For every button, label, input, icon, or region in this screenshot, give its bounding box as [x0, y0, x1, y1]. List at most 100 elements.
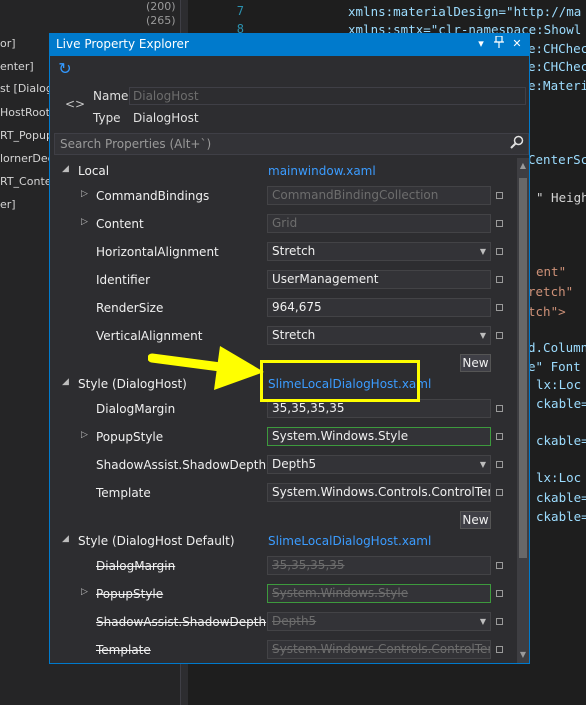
- property-name: ShadowAssist.ShadowDepth: [96, 458, 267, 472]
- expand-icon[interactable]: ▷: [81, 217, 88, 227]
- section-source-link[interactable]: mainwindow.xaml: [268, 164, 376, 178]
- property-value: Stretch: [272, 244, 316, 258]
- property-marker-icon[interactable]: [496, 489, 503, 496]
- code-line: e:CHCheck: [528, 41, 586, 56]
- property-value[interactable]: System.Windows.Style: [267, 584, 491, 603]
- property-dropdown[interactable]: Stretch ▼: [267, 242, 491, 261]
- scroll-up-icon[interactable]: ▲: [517, 160, 529, 172]
- line-number: 7: [236, 4, 244, 18]
- property-marker-icon[interactable]: [496, 248, 503, 255]
- scroll-down-icon[interactable]: ▼: [517, 649, 529, 661]
- property-value: Stretch: [272, 328, 316, 342]
- collapse-icon[interactable]: ◢: [62, 377, 69, 387]
- code-line: ent": [536, 264, 567, 279]
- tree-count: (200): [146, 0, 176, 13]
- section-source-link[interactable]: SlimeLocalDialogHost.xaml: [268, 534, 431, 548]
- property-row: RenderSize 964,675: [50, 295, 516, 321]
- code-line: e:Materia: [528, 78, 586, 93]
- expand-icon[interactable]: ▷: [81, 430, 88, 440]
- property-dropdown[interactable]: Depth5 ▼: [267, 612, 491, 631]
- property-marker-icon[interactable]: [496, 276, 503, 283]
- section-name: Style (DialogHost Default): [78, 534, 235, 548]
- property-row: DialogMargin 35,35,35,35: [50, 553, 516, 579]
- section-header-local[interactable]: ◢ Local mainwindow.xaml: [50, 158, 516, 184]
- property-marker-icon[interactable]: [496, 304, 503, 311]
- property-value: Depth5: [272, 614, 317, 628]
- property-value[interactable]: UserManagement: [267, 270, 491, 289]
- code-line: " Height: [536, 190, 586, 205]
- property-row: ShadowAssist.ShadowDepth Depth5 ▼: [50, 452, 516, 478]
- property-value: Depth5: [272, 457, 317, 471]
- property-row: HorizontalAlignment Stretch ▼: [50, 239, 516, 265]
- property-name: Content: [96, 217, 144, 231]
- property-marker-icon[interactable]: [496, 433, 503, 440]
- property-value[interactable]: System.Windows.Controls.ControlTempla: [267, 483, 491, 502]
- close-icon[interactable]: ✕: [509, 36, 525, 52]
- property-name: Template: [96, 486, 151, 500]
- property-value[interactable]: System.Windows.Style: [267, 427, 491, 446]
- property-marker-icon[interactable]: [496, 192, 503, 199]
- new-button[interactable]: New: [460, 511, 491, 529]
- search-placeholder: Search Properties (Alt+`): [60, 137, 212, 151]
- refresh-icon[interactable]: ↻: [56, 60, 74, 78]
- collapse-icon[interactable]: ◢: [62, 164, 69, 174]
- search-icon[interactable]: [510, 135, 524, 153]
- property-marker-icon[interactable]: [496, 332, 503, 339]
- type-value: DialogHost: [133, 111, 199, 125]
- property-marker-icon[interactable]: [496, 405, 503, 412]
- dropdown-icon[interactable]: ▾: [473, 36, 489, 52]
- code-line: d.Column: [528, 340, 586, 355]
- new-button[interactable]: New: [460, 354, 491, 372]
- property-row: ▷ CommandBindings CommandBindingCollecti…: [50, 183, 516, 209]
- property-grid: ◢ Local mainwindow.xaml ▷ CommandBinding…: [50, 158, 516, 662]
- code-line: e:CHCheck: [528, 59, 586, 74]
- property-name: RenderSize: [96, 301, 164, 315]
- section-header-style-default[interactable]: ◢ Style (DialogHost Default) SlimeLocalD…: [50, 528, 516, 554]
- property-value[interactable]: System.Windows.Controls.ControlTempla: [267, 640, 491, 659]
- expand-icon[interactable]: ▷: [81, 189, 88, 199]
- code-line: ckable=: [536, 490, 586, 505]
- code-line: ckable=: [536, 396, 586, 411]
- name-field[interactable]: DialogHost: [129, 87, 526, 105]
- annotation-arrow-icon: [148, 346, 264, 390]
- pin-icon[interactable]: [491, 35, 507, 52]
- name-label: Name: [93, 89, 129, 103]
- code-line: lx:Loc M: [536, 377, 586, 392]
- property-marker-icon[interactable]: [496, 220, 503, 227]
- property-name: PopupStyle: [96, 430, 164, 444]
- property-value[interactable]: 964,675: [267, 298, 491, 317]
- property-marker-icon[interactable]: [496, 562, 503, 569]
- property-row: Template System.Windows.Controls.Control…: [50, 480, 516, 506]
- tree-count: (265): [146, 14, 176, 27]
- property-name: DialogMargin: [96, 559, 176, 573]
- code-line: ckable=: [536, 509, 586, 524]
- chevron-down-icon: ▼: [479, 331, 486, 340]
- property-value[interactable]: CommandBindingCollection: [267, 186, 491, 205]
- code-line: tch">: [528, 304, 566, 319]
- property-marker-icon[interactable]: [496, 646, 503, 653]
- property-value[interactable]: 35,35,35,35: [267, 556, 491, 575]
- vertical-scrollbar[interactable]: ▲ ▼: [517, 158, 529, 663]
- collapse-icon[interactable]: ◢: [62, 534, 69, 544]
- code-line: retch": [528, 284, 574, 299]
- property-name: Template: [96, 643, 151, 657]
- expand-icon[interactable]: ▷: [81, 587, 88, 597]
- property-dropdown[interactable]: Stretch ▼: [267, 326, 491, 345]
- property-name: Identifier: [96, 273, 151, 287]
- property-row: ShadowAssist.ShadowDepth Depth5 ▼: [50, 609, 516, 635]
- window-title: Live Property Explorer: [56, 37, 189, 51]
- title-bar[interactable]: Live Property Explorer ▾ ✕: [50, 34, 529, 56]
- property-dropdown[interactable]: Depth5 ▼: [267, 455, 491, 474]
- property-marker-icon[interactable]: [496, 618, 503, 625]
- chevron-down-icon: ▼: [479, 247, 486, 256]
- scrollbar-thumb[interactable]: [519, 178, 527, 558]
- search-properties-input[interactable]: Search Properties (Alt+`): [54, 133, 529, 155]
- highlight-box: [260, 360, 420, 402]
- property-marker-icon[interactable]: [496, 461, 503, 468]
- property-marker-icon[interactable]: [496, 590, 503, 597]
- property-value[interactable]: Grid: [267, 214, 491, 233]
- code-line: lx:Loc M: [536, 470, 586, 485]
- property-row: ▷ Content Grid: [50, 211, 516, 237]
- property-row: ▷ PopupStyle System.Windows.Style: [50, 424, 516, 450]
- section-name: Local: [78, 164, 110, 178]
